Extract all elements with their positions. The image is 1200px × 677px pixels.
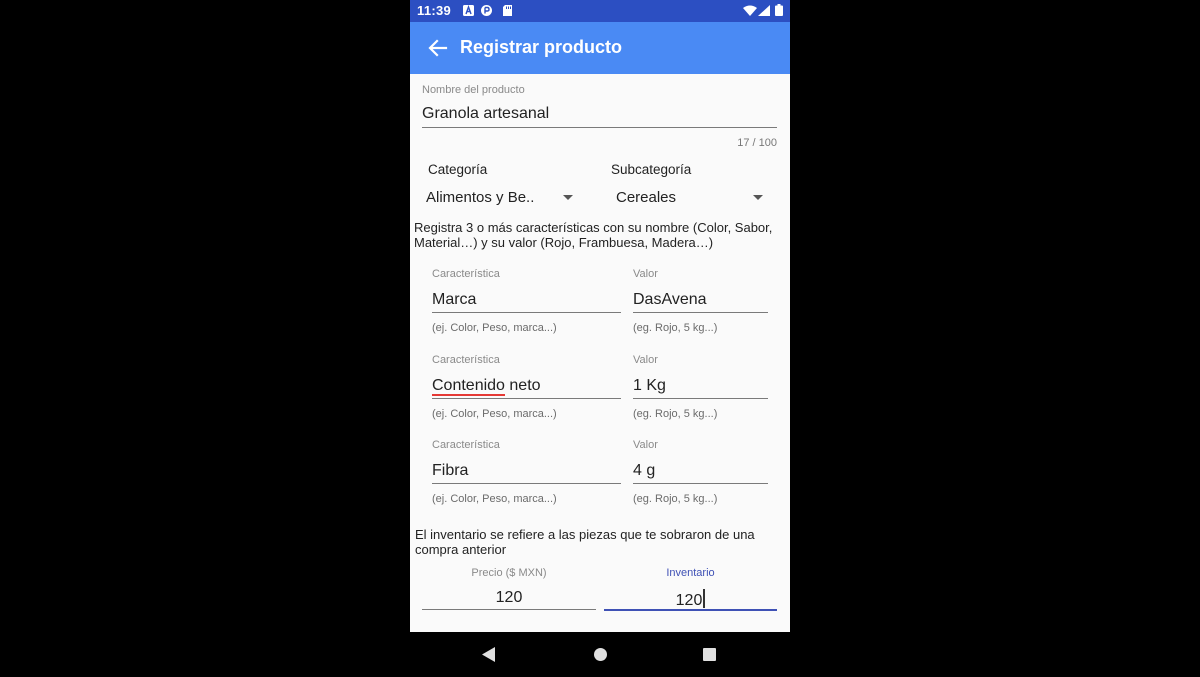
characteristic-name-label: Característica: [432, 354, 500, 366]
characteristic-value-helper: (eg. Rojo, 5 kg...): [633, 408, 718, 420]
inventory-input[interactable]: 120: [604, 589, 777, 610]
inventory-note: El inventario se refiere a las piezas qu…: [415, 527, 755, 557]
characteristic-value-label: Valor: [633, 268, 658, 280]
characteristic-value-input[interactable]: 1 Kg: [633, 377, 666, 395]
status-bar: 11:39: [410, 0, 790, 22]
register-product-form: Nombre del producto Granola artesanal 17…: [410, 74, 790, 632]
back-arrow-icon[interactable]: [426, 36, 450, 60]
characteristic-name-label: Característica: [432, 439, 500, 451]
characteristics-instructions: Registra 3 o más características con su …: [414, 220, 773, 250]
status-time: 11:39: [417, 3, 452, 18]
inventory-label: Inventario: [666, 567, 715, 579]
notification-a-icon: [463, 5, 474, 16]
characteristic-name-input[interactable]: Contenido neto: [432, 377, 541, 396]
characteristic-row: Característica Marca (ej. Color, Peso, m…: [410, 266, 790, 346]
page-title: Registrar producto: [460, 37, 623, 57]
system-nav-bar: [410, 632, 790, 677]
nav-home-icon[interactable]: [594, 648, 607, 661]
category-label: Categoría: [428, 162, 488, 177]
sd-card-icon: [503, 5, 512, 16]
chevron-down-icon: [753, 195, 763, 200]
inventory-value: 120: [675, 592, 703, 609]
spellcheck-underlined-word: Contenido: [432, 377, 505, 396]
characteristic-name-underline: [432, 312, 621, 313]
characteristic-name-helper: (ej. Color, Peso, marca...): [432, 493, 557, 505]
characteristic-name-input[interactable]: Marca: [432, 291, 476, 309]
cell-signal-icon: [758, 5, 770, 16]
product-name-counter: 17 / 100: [737, 137, 777, 149]
characteristic-value-label: Valor: [633, 439, 658, 451]
characteristic-name-rest: neto: [504, 377, 541, 394]
nav-back-icon[interactable]: [482, 647, 496, 662]
product-name-underline: [422, 127, 777, 128]
characteristic-name-helper: (ej. Color, Peso, marca...): [432, 408, 557, 420]
characteristic-row: Característica Fibra (ej. Color, Peso, m…: [410, 437, 790, 517]
characteristic-value-underline: [633, 312, 768, 313]
app-bar: Registrar producto: [410, 22, 790, 74]
characteristic-name-underline: [432, 483, 621, 484]
characteristic-name-helper: (ej. Color, Peso, marca...): [432, 322, 557, 334]
characteristic-name-input[interactable]: Fibra: [432, 462, 468, 480]
characteristic-name-label: Característica: [432, 268, 500, 280]
characteristic-name-underline: [432, 398, 621, 399]
inventory-focus-underline: [604, 609, 777, 611]
characteristic-name-text: Fibra: [432, 462, 469, 479]
price-input[interactable]: 120: [422, 589, 596, 607]
wifi-icon: [743, 5, 757, 16]
characteristic-value-label: Valor: [633, 354, 658, 366]
characteristic-value-input[interactable]: 4 g: [633, 462, 655, 480]
subcategory-dropdown[interactable]: Cereales: [610, 186, 770, 210]
subcategory-label: Subcategoría: [611, 162, 692, 177]
characteristic-value-underline: [633, 398, 768, 399]
characteristic-value-helper: (eg. Rojo, 5 kg...): [633, 493, 718, 505]
phone-screen: 11:39 Registrar producto Nombre del prod…: [410, 0, 790, 677]
chevron-down-icon: [563, 195, 573, 200]
text-cursor: [703, 589, 706, 608]
price-label: Precio ($ MXN): [471, 567, 547, 579]
characteristic-row: Característica Contenido neto (ej. Color…: [410, 352, 790, 432]
price-underline: [422, 609, 596, 610]
product-name-input[interactable]: Granola artesanal: [422, 105, 549, 123]
category-selected: Alimentos y Be..: [426, 189, 535, 206]
characteristic-value-helper: (eg. Rojo, 5 kg...): [633, 322, 718, 334]
subcategory-selected: Cereales: [616, 189, 677, 206]
product-name-label: Nombre del producto: [422, 84, 525, 96]
notification-app-icon: [481, 5, 492, 16]
characteristic-value-underline: [633, 483, 768, 484]
category-dropdown[interactable]: Alimentos y Be..: [422, 186, 582, 210]
characteristic-name-text: Marca: [432, 291, 477, 308]
battery-icon: [775, 4, 783, 16]
nav-recents-icon[interactable]: [703, 648, 716, 661]
characteristic-value-input[interactable]: DasAvena: [633, 291, 707, 309]
